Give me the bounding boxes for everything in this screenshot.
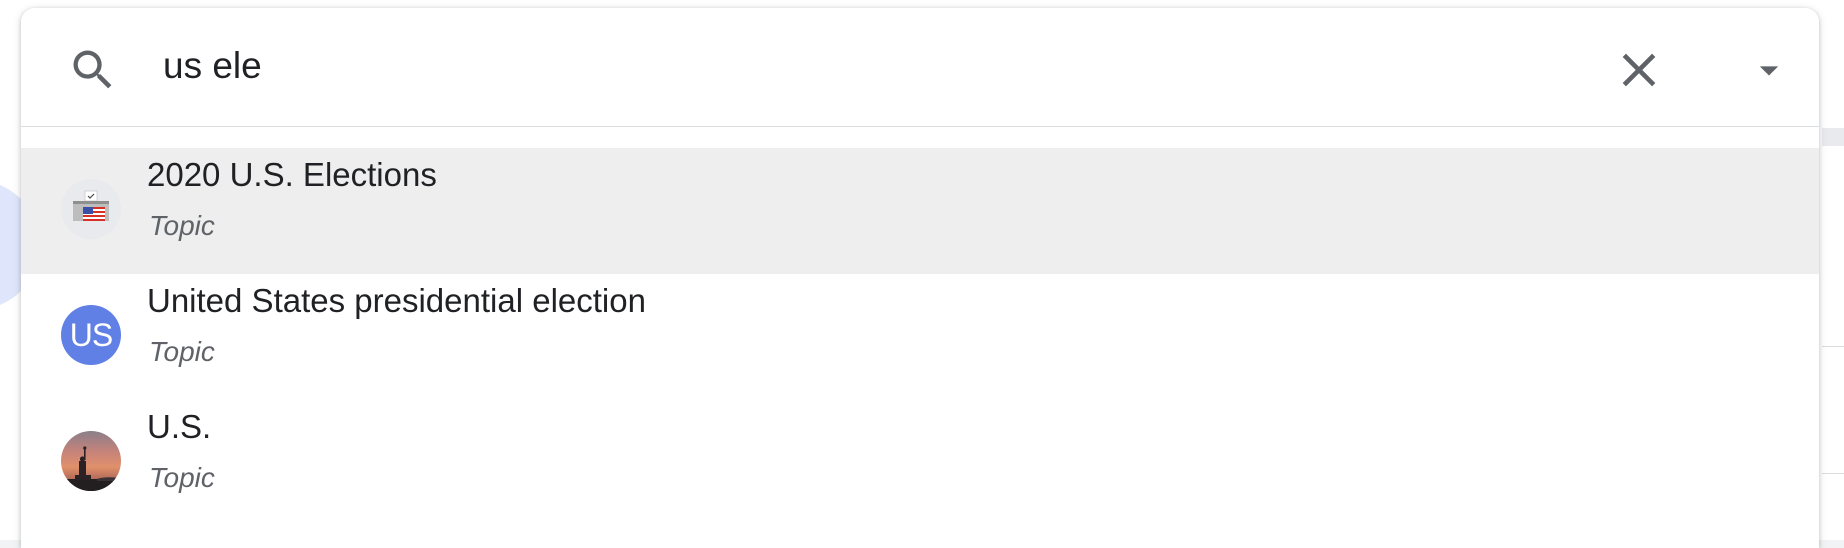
suggestion-item[interactable]: US United States presidential election T… (21, 274, 1819, 400)
suggestion-type: Topic (149, 336, 215, 367)
search-bar (21, 8, 1819, 127)
suggestion-list: 2020 U.S. Elections Topic US United Stat… (21, 148, 1819, 526)
search-icon[interactable] (67, 44, 119, 96)
search-input[interactable] (163, 36, 1563, 96)
background-divider (1822, 346, 1844, 347)
background-toolbar-fragment (1822, 128, 1844, 146)
caret-down-icon[interactable] (1747, 48, 1791, 92)
avatar: US (61, 305, 121, 365)
ballot-box-icon (61, 179, 121, 239)
suggestion-type: Topic (149, 462, 215, 493)
suggestion-title: U.S. (147, 408, 212, 445)
suggestion-type: Topic (149, 210, 215, 241)
statue-of-liberty-photo (61, 431, 121, 491)
suggestion-item[interactable]: 2020 U.S. Elections Topic (21, 148, 1819, 274)
suggestion-title: 2020 U.S. Elections (147, 156, 437, 193)
close-icon[interactable] (1611, 42, 1667, 98)
suggestion-title: United States presidential election (147, 282, 646, 319)
search-dropdown-panel: 2020 U.S. Elections Topic US United Stat… (21, 8, 1819, 548)
background-divider (1822, 473, 1844, 474)
suggestion-item[interactable]: U.S. Topic (21, 400, 1819, 526)
